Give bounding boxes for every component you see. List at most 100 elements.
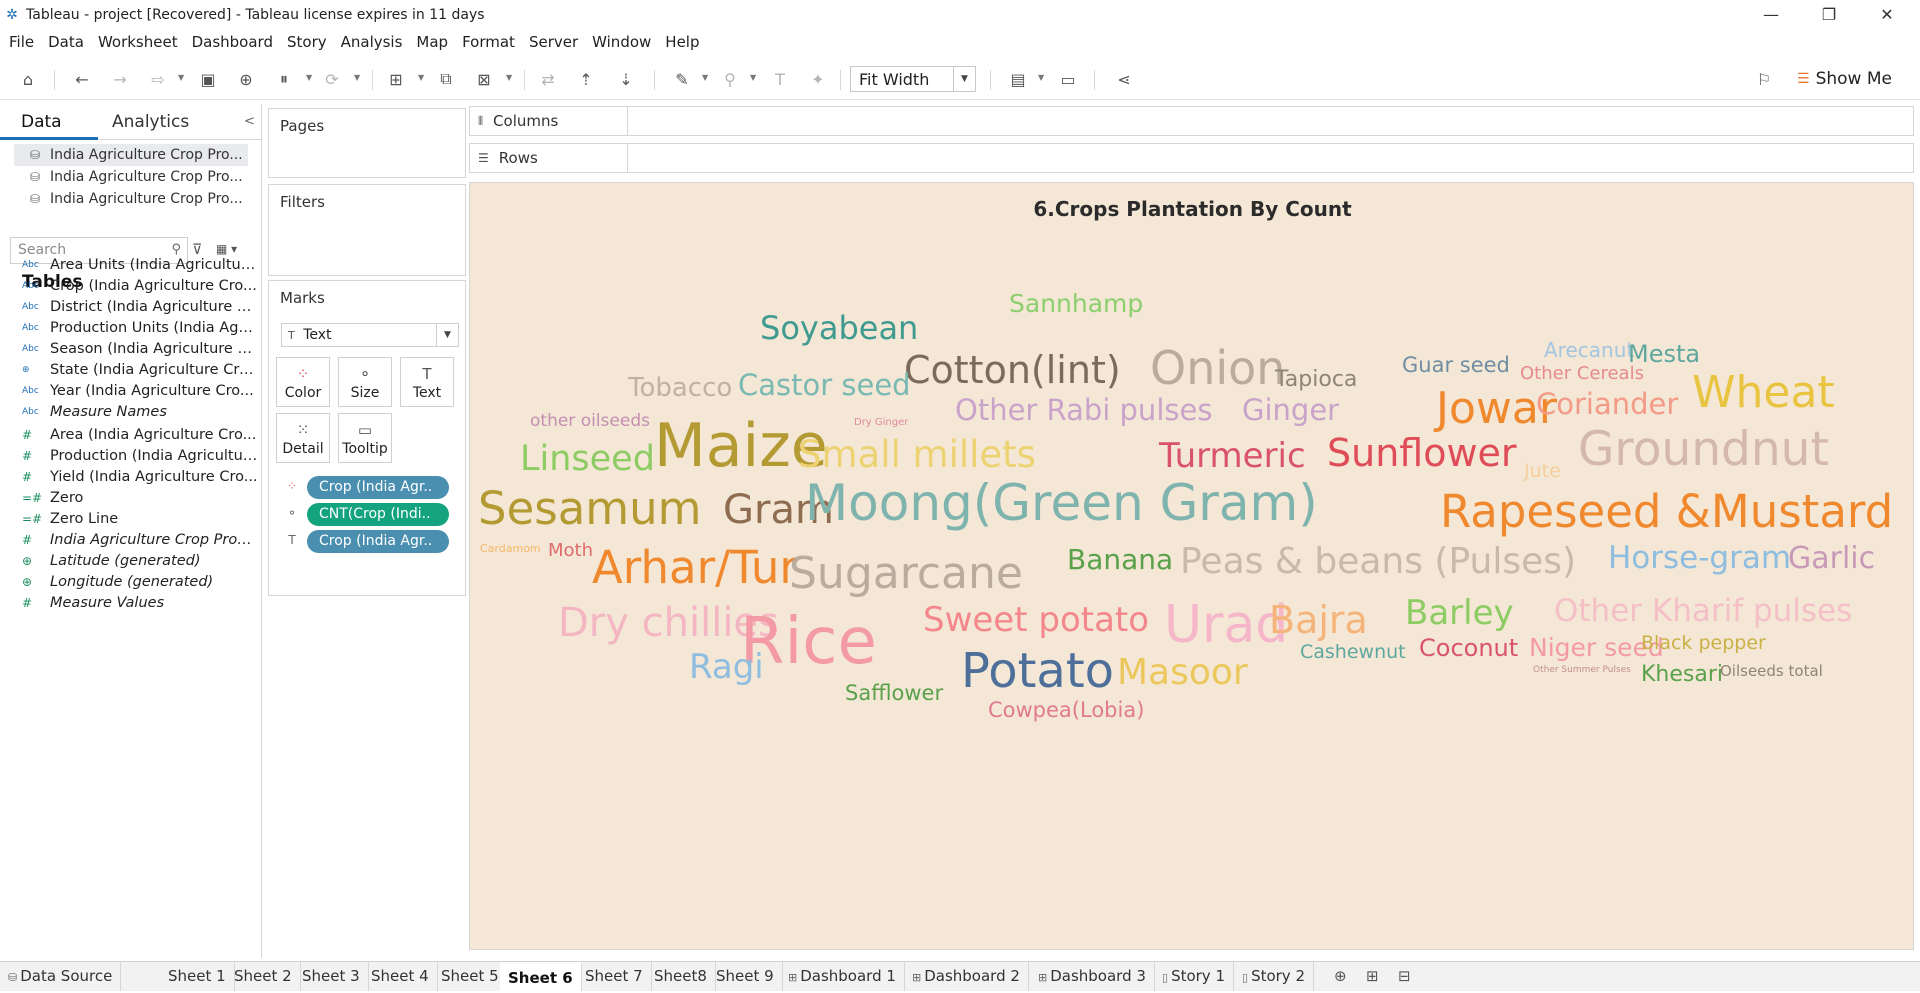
chevron-down-icon[interactable]: ▼ [750,73,758,85]
menu-server[interactable]: Server [522,33,585,51]
sheet-tab[interactable]: ▯ Story 1 [1154,962,1234,991]
crop-text-pill[interactable]: Crop (India Agr.. [307,530,449,553]
swap-icon[interactable]: ⇄ [536,68,560,90]
word-cloud-item[interactable]: Tapioca [1275,369,1357,391]
word-cloud-item[interactable]: Masoor [1117,655,1248,691]
chevron-down-icon[interactable]: ▼ [178,73,186,85]
home-icon[interactable]: ⌂ [16,68,40,90]
minimize-button[interactable]: — [1742,0,1800,29]
labels-icon[interactable]: T [768,68,792,90]
field-item[interactable]: Abc Year (India Agriculture Cro... [0,380,262,402]
field-item[interactable]: Abc Crop (India Agriculture Cro... [0,275,262,297]
word-cloud-item[interactable]: other oilseeds [530,413,650,430]
word-cloud-item[interactable]: Soyabean [760,312,918,344]
chevron-down-icon[interactable]: ▼ [506,73,514,85]
field-item[interactable]: =# Zero [0,487,262,509]
columns-shelf[interactable]: ⫴ Columns [469,106,1914,136]
field-item[interactable]: Abc Measure Names [0,401,262,423]
pause-updates-icon[interactable]: ⏸ [272,68,296,90]
word-cloud-item[interactable]: Banana [1067,546,1173,574]
color-button[interactable]: ⁘ Color [276,357,330,407]
sheet-tab[interactable]: ⛁ Data Source [0,962,122,991]
word-cloud-item[interactable]: Moong(Green Gram) [805,478,1318,528]
crop-color-pill[interactable]: Crop (India Agr.. [307,476,449,499]
new-data-source-icon[interactable]: ⊕ [234,68,258,90]
undo-icon[interactable]: ← [70,68,94,90]
tab-data[interactable]: Data [0,104,98,140]
highlight-icon[interactable]: ✎ [670,68,694,90]
word-cloud-item[interactable]: Oilseeds total [1720,664,1823,679]
duplicate-icon[interactable]: ⧉ [434,68,458,90]
word-cloud-item[interactable]: Peas & beans (Pulses) [1180,544,1576,580]
pages-card[interactable]: Pages [268,108,466,178]
menu-help[interactable]: Help [658,33,706,51]
sheet-tab[interactable]: ⊞ Dashboard 1 [780,962,905,991]
menu-map[interactable]: Map [409,33,455,51]
clear-sheet-icon[interactable]: ⊠ [472,68,496,90]
menu-dashboard[interactable]: Dashboard [185,33,280,51]
replay-icon[interactable]: ⇨ [146,68,170,90]
sheet-tab[interactable]: Sheet 9 [708,962,783,991]
field-item[interactable]: # Measure Values [0,592,262,614]
show-me-button[interactable]: ☰ Show Me [1797,66,1892,92]
field-item[interactable]: ⊕ Longitude (generated) [0,571,262,593]
word-cloud-item[interactable]: Sugarcane [789,552,1023,596]
detail-button[interactable]: ⁙ Detail [276,413,330,463]
word-cloud-item[interactable]: Potato [961,647,1114,695]
collapse-pane-icon[interactable]: < [244,114,255,129]
word-cloud-item[interactable]: Groundnut [1578,426,1829,473]
field-item[interactable]: =# Zero Line [0,508,262,530]
refresh-icon[interactable]: ⟳ [320,68,344,90]
sheet-tab[interactable]: ⊞ Dashboard 3 [1030,962,1155,991]
size-button[interactable]: ⚬ Size [338,357,392,407]
word-cloud-item[interactable]: Barley [1405,596,1514,630]
menu-analysis[interactable]: Analysis [334,33,410,51]
word-cloud-item[interactable]: Linseed [520,442,655,477]
word-cloud-item[interactable]: Other Cereals [1520,365,1644,383]
word-cloud-item[interactable]: Cashewnut [1300,643,1406,662]
fit-width-dropdown[interactable]: Fit Width ▼ [850,66,976,92]
word-cloud-item[interactable]: Jute [1524,462,1561,481]
redo-icon[interactable]: → [108,68,132,90]
word-cloud-item[interactable]: Cotton(lint) [904,351,1121,389]
sheet-tab[interactable]: Sheet8 [646,962,716,991]
menu-file[interactable]: File [0,33,41,51]
word-cloud-item[interactable]: Cowpea(Lobia) [988,700,1144,721]
field-item[interactable]: Abc Season (India Agriculture C... [0,338,262,360]
close-button[interactable]: ✕ [1858,0,1916,29]
word-cloud-item[interactable]: Tobacco [628,375,732,401]
new-dashboard-icon[interactable]: ⊞ [1366,967,1379,985]
sheet-tab[interactable]: Sheet 2 [226,962,301,991]
group-icon[interactable]: ⚲ [718,68,742,90]
word-cloud-item[interactable]: Horse-gram [1608,543,1791,574]
word-cloud-item[interactable]: Arecanut [1544,340,1634,360]
sheet-tab[interactable]: Sheet 7 [577,962,652,991]
word-cloud-item[interactable]: Rapeseed &Mustard [1440,489,1893,534]
chevron-down-icon[interactable]: ▼ [436,324,458,346]
rows-shelf[interactable]: ☰ Rows [469,143,1914,173]
new-story-icon[interactable]: ⊟ [1398,967,1411,985]
word-cloud-item[interactable]: Other Kharif pulses [1554,596,1852,627]
show-cards-icon[interactable]: ▤ [1006,68,1030,90]
word-cloud-item[interactable]: Dry Ginger [854,418,908,428]
menu-worksheet[interactable]: Worksheet [91,33,185,51]
field-item[interactable]: ⊕ State (India Agriculture Cro... [0,359,262,381]
menu-data[interactable]: Data [41,33,91,51]
field-item[interactable]: ⊕ Latitude (generated) [0,550,262,572]
chevron-down-icon[interactable]: ▼ [953,67,975,91]
data-source-item[interactable]: ⛁ India Agriculture Crop Pro... [14,166,248,188]
new-worksheet-icon[interactable]: ⊞ [384,68,408,90]
field-item[interactable]: # Yield (India Agriculture Cro... [0,466,262,488]
word-cloud-item[interactable]: Black pepper [1641,634,1766,653]
sheet-tab[interactable]: Sheet 5 [433,962,508,991]
word-cloud-item[interactable]: Sweet potato [923,603,1149,637]
chevron-down-icon[interactable]: ▼ [702,73,710,85]
format-painter-icon[interactable]: ⚐ [1752,68,1776,90]
tooltip-button[interactable]: ▭ Tooltip [338,413,392,463]
sheet-tab[interactable]: ⊞ Dashboard 2 [904,962,1029,991]
share-icon[interactable]: ⋖ [1112,68,1136,90]
word-cloud-item[interactable]: Turmeric [1159,439,1306,473]
word-cloud-item[interactable]: Ginger [1242,396,1339,425]
word-cloud-item[interactable]: Khesari [1641,664,1723,686]
menu-window[interactable]: Window [585,33,658,51]
